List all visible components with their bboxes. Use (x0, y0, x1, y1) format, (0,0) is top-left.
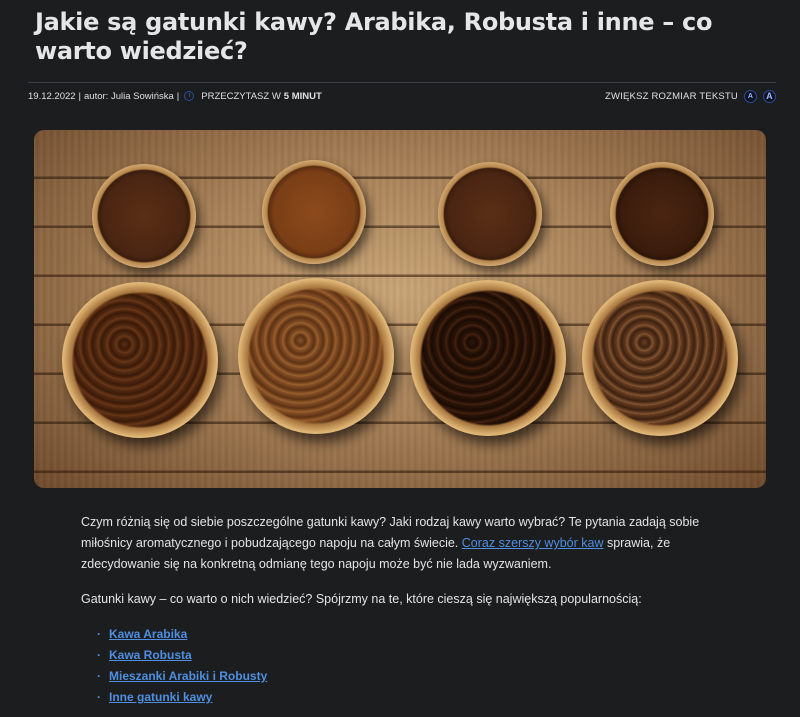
toc-item: Inne gatunki kawy (97, 687, 721, 708)
article-meta-left: 19.12.2022 | autor: Julia Sowińska | PRZ… (28, 91, 322, 102)
hero-image (34, 130, 766, 488)
font-size-controls: ZWIĘKSZ ROZMIAR TEKSTU A A (604, 89, 776, 103)
ground-coffee-bowl (610, 162, 714, 266)
article-meta-bar: 19.12.2022 | autor: Julia Sowińska | PRZ… (28, 82, 776, 109)
increase-font-button[interactable]: A (763, 89, 776, 103)
reading-time-value: 5 MINUT (283, 90, 322, 102)
clock-icon (184, 91, 195, 101)
meta-separator: | (176, 90, 180, 102)
toc-item: Mieszanki Arabiki i Robusty (97, 666, 721, 687)
decrease-font-button[interactable]: A (744, 89, 757, 103)
intro-paragraph: Czym różnią się od siebie poszczególne g… (81, 512, 721, 575)
coffee-beans-bowl (238, 278, 394, 434)
reading-time-prefix: PRZECZYTASZ W (201, 90, 281, 102)
meta-separator: | (78, 90, 82, 102)
font-size-label: ZWIĘKSZ ROZMIAR TEKSTU (604, 90, 738, 102)
ground-coffee-bowl (438, 162, 542, 266)
publish-date: 19.12.2022 (28, 90, 76, 102)
toc-link-other[interactable]: Inne gatunki kawy (109, 690, 212, 704)
toc-intro-paragraph: Gatunki kawy – co warto o nich wiedzieć?… (81, 592, 642, 606)
toc-link-robusta[interactable]: Kawa Robusta (109, 648, 192, 662)
wider-choice-link[interactable]: Coraz szerszy wybór kaw (462, 536, 604, 550)
table-of-contents: Kawa Arabika Kawa Robusta Mieszanki Arab… (81, 624, 721, 708)
coffee-beans-bowl (410, 280, 566, 436)
page-title: Jakie są gatunki kawy? Arabika, Robusta … (35, 8, 713, 65)
toc-link-arabika[interactable]: Kawa Arabika (109, 627, 187, 641)
author-name: autor: Julia Sowińska (84, 90, 174, 102)
coffee-beans-bowl (62, 282, 218, 438)
coffee-beans-bowl (582, 280, 738, 436)
toc-item: Kawa Arabika (97, 624, 721, 645)
ground-coffee-bowl (92, 164, 196, 268)
toc-item: Kawa Robusta (97, 645, 721, 666)
article-body: Czym różnią się od siebie poszczególne g… (81, 512, 721, 708)
toc-link-blends[interactable]: Mieszanki Arabiki i Robusty (109, 669, 267, 683)
ground-coffee-bowl (262, 160, 366, 264)
